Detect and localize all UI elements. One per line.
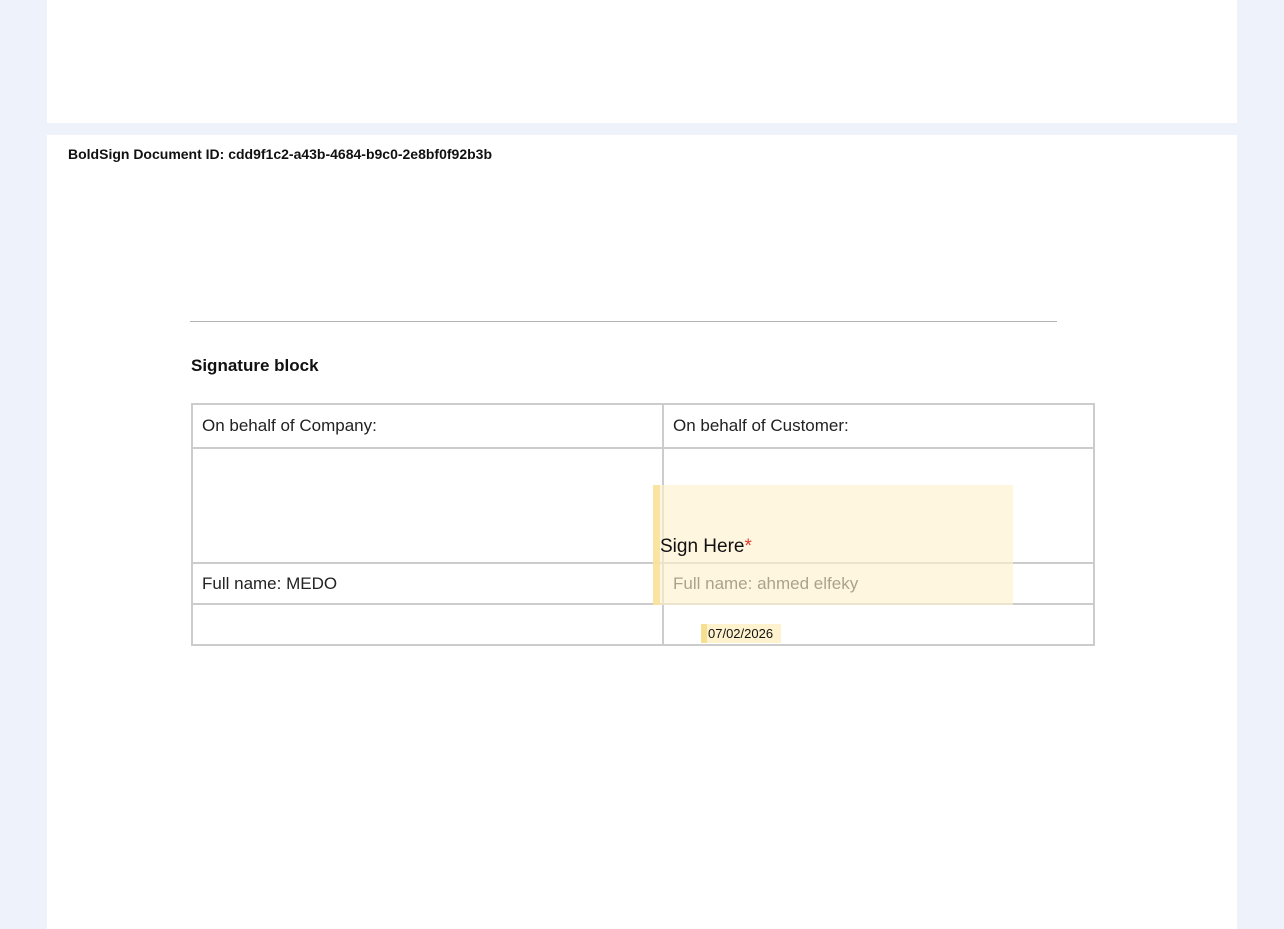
horizontal-divider <box>190 321 1057 322</box>
document-id-label: BoldSign Document ID: cdd9f1c2-a43b-4684… <box>68 146 493 162</box>
sign-here-label: Sign Here* <box>660 536 752 557</box>
table-row: On behalf of Company: On behalf of Custo… <box>191 403 1095 449</box>
company-header-cell: On behalf of Company: <box>191 403 664 449</box>
document-viewer[interactable]: BoldSign Document ID: cdd9f1c2-a43b-4684… <box>0 0 1284 929</box>
sign-here-field[interactable]: Sign Here* <box>653 485 1013 605</box>
company-date-cell <box>191 603 664 646</box>
company-full-name-cell: Full name: MEDO <box>191 562 664 605</box>
document-page: BoldSign Document ID: cdd9f1c2-a43b-4684… <box>47 135 1237 929</box>
signature-block-title: Signature block <box>191 356 319 375</box>
previous-page <box>47 0 1237 123</box>
required-marker: * <box>744 536 752 557</box>
company-signature-cell <box>191 447 664 564</box>
table-row <box>191 603 1095 646</box>
customer-header-cell: On behalf of Customer: <box>662 403 1095 449</box>
date-signed-field[interactable]: 07/02/2026 <box>701 624 781 643</box>
